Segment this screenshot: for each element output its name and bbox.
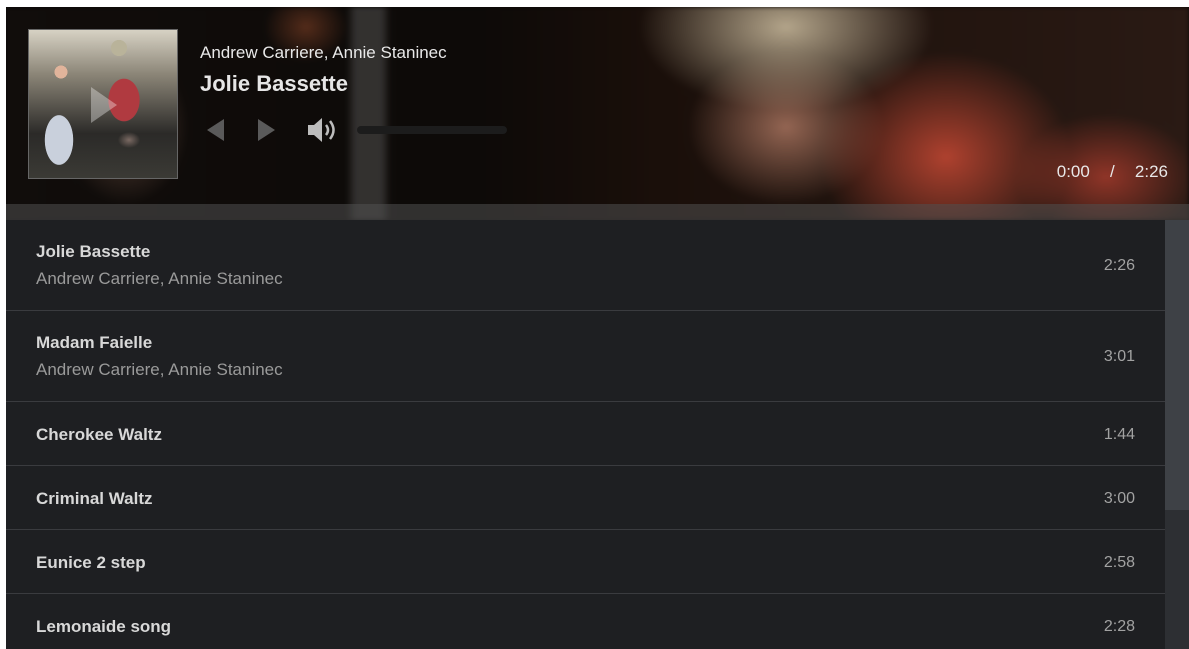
play-overlay-icon[interactable] [91, 87, 117, 123]
track-duration: 3:00 [1103, 490, 1135, 507]
current-time: 0:00 [1056, 162, 1090, 181]
track-title: Criminal Waltz [36, 489, 153, 508]
total-time: 2:26 [1134, 162, 1168, 181]
scrollbar-thumb[interactable] [1165, 220, 1189, 510]
track-title: Eunice 2 step [36, 553, 146, 572]
track-duration: 1:44 [1103, 426, 1135, 443]
volume-icon[interactable] [306, 115, 342, 145]
now-playing-title: Jolie Bassette [200, 71, 348, 96]
playlist-item[interactable]: Criminal Waltz 3:00 [6, 466, 1165, 530]
scrollbar[interactable] [1165, 220, 1189, 649]
next-icon[interactable] [254, 117, 278, 143]
track-title: Lemonaide song [36, 617, 172, 636]
player-header: Andrew Carriere, Annie Staninec Jolie Ba… [6, 7, 1189, 220]
time-display: 0:00 / 2:26 [1057, 162, 1168, 182]
now-playing-artist: Andrew Carriere, Annie Staninec [200, 43, 447, 62]
track-title: Cherokee Waltz [36, 425, 162, 444]
track-duration: 2:26 [1103, 257, 1135, 274]
track-duration: 2:28 [1103, 618, 1135, 635]
playlist-item[interactable]: Lemonaide song 2:28 [6, 594, 1165, 649]
track-duration: 3:01 [1103, 348, 1135, 365]
progress-bar[interactable] [6, 204, 1189, 220]
track-duration: 2:58 [1103, 554, 1135, 571]
playlist-item[interactable]: Eunice 2 step 2:58 [6, 530, 1165, 594]
playlist-item[interactable]: Cherokee Waltz 1:44 [6, 402, 1165, 466]
album-art[interactable] [28, 29, 178, 179]
track-title: Madam Faielle [36, 333, 153, 352]
playlist: Jolie Bassette Andrew Carriere, Annie St… [6, 220, 1165, 649]
audio-player: Andrew Carriere, Annie Staninec Jolie Ba… [6, 7, 1189, 649]
track-title: Jolie Bassette [36, 242, 151, 261]
playlist-item[interactable]: Madam Faielle Andrew Carriere, Annie Sta… [6, 311, 1165, 402]
track-artist: Andrew Carriere, Annie Staninec [36, 360, 283, 379]
playlist-item[interactable]: Jolie Bassette Andrew Carriere, Annie St… [6, 220, 1165, 311]
previous-icon[interactable] [204, 117, 228, 143]
volume-slider[interactable] [357, 126, 507, 134]
header-background-image [6, 7, 1189, 220]
track-artist: Andrew Carriere, Annie Staninec [36, 269, 283, 288]
